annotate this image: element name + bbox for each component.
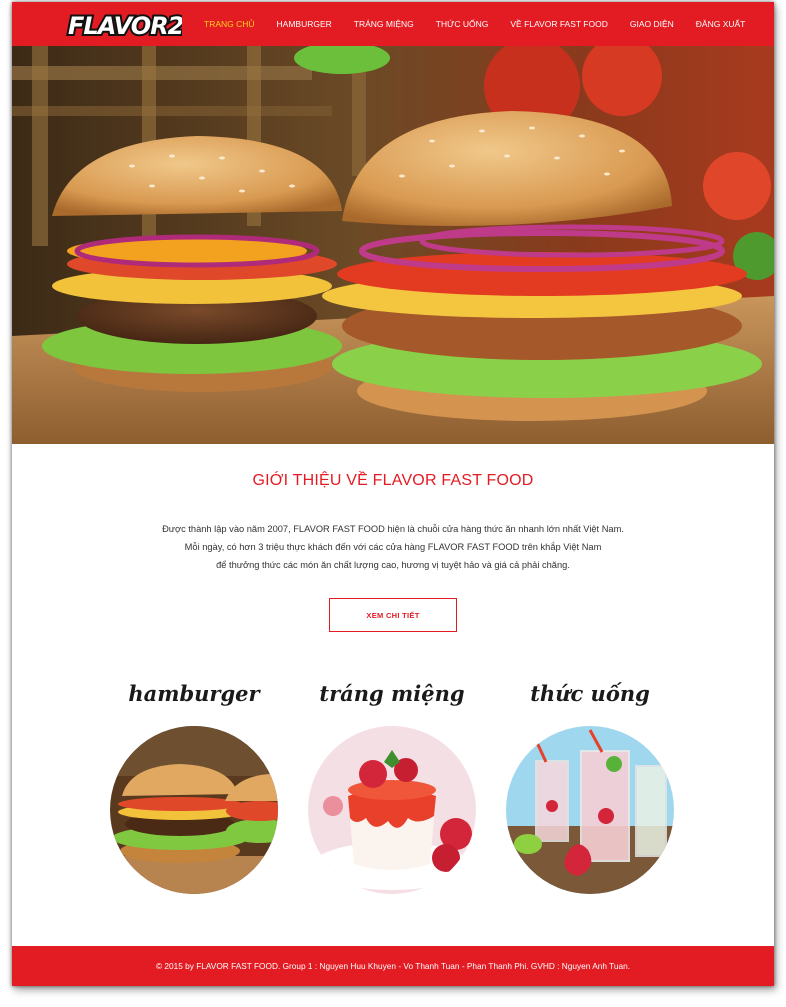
- nav-item-logout[interactable]: ĐĂNG XUẤT: [696, 19, 746, 29]
- footer-credits: © 2015 by FLAVOR FAST FOOD. Group 1 : Ng…: [155, 961, 631, 971]
- top-nav: FLAVOR2F TRANG CHỦ HAMBURGER TRÁNG MIỆNG…: [12, 2, 774, 46]
- brand-logo[interactable]: FLAVOR2F: [64, 5, 182, 43]
- dessert-category-image[interactable]: [308, 726, 476, 894]
- nav-item-drinks[interactable]: THỨC UỐNG: [436, 19, 489, 29]
- category-title[interactable]: hamburger: [104, 674, 284, 714]
- intro-line: để thưởng thức các món ăn chất lượng cao…: [216, 560, 570, 570]
- category-title[interactable]: tráng miệng: [302, 674, 482, 714]
- category-title[interactable]: thức uống: [500, 674, 680, 714]
- intro-title: GIỚI THIỆU VỀ FLAVOR FAST FOOD: [252, 472, 534, 489]
- hero-banner-image: [12, 46, 774, 444]
- intro-line: Mỗi ngày, có hơn 3 triệu thực khách đến …: [184, 542, 602, 552]
- main-menu: TRANG CHỦ HAMBURGER TRÁNG MIỆNG THỨC UỐN…: [204, 2, 767, 46]
- category-drinks[interactable]: thức uống: [500, 674, 680, 894]
- footer: © 2015 by FLAVOR FAST FOOD. Group 1 : Ng…: [12, 946, 774, 986]
- category-hamburger[interactable]: hamburger: [104, 674, 284, 894]
- hamburger-category-image[interactable]: [110, 726, 278, 894]
- nav-item-about[interactable]: VỀ FLAVOR FAST FOOD: [510, 19, 607, 29]
- nav-item-theme[interactable]: GIAO DIỆN: [630, 19, 674, 29]
- nav-item-dessert[interactable]: TRÁNG MIỆNG: [354, 19, 414, 29]
- svg-text:FLAVOR2F: FLAVOR2F: [68, 12, 182, 40]
- page-frame: FLAVOR2F TRANG CHỦ HAMBURGER TRÁNG MIỆNG…: [12, 2, 774, 986]
- category-dessert[interactable]: tráng miệng: [302, 674, 482, 894]
- nav-item-hamburger[interactable]: HAMBURGER: [277, 19, 332, 29]
- intro-line: Được thành lập vào năm 2007, FLAVOR FAST…: [162, 524, 624, 534]
- nav-item-home[interactable]: TRANG CHỦ: [204, 19, 255, 29]
- view-details-button[interactable]: XEM CHI TIẾT: [329, 598, 457, 632]
- intro-text: Được thành lập vào năm 2007, FLAVOR FAST…: [12, 520, 774, 574]
- drinks-category-image[interactable]: [506, 726, 674, 894]
